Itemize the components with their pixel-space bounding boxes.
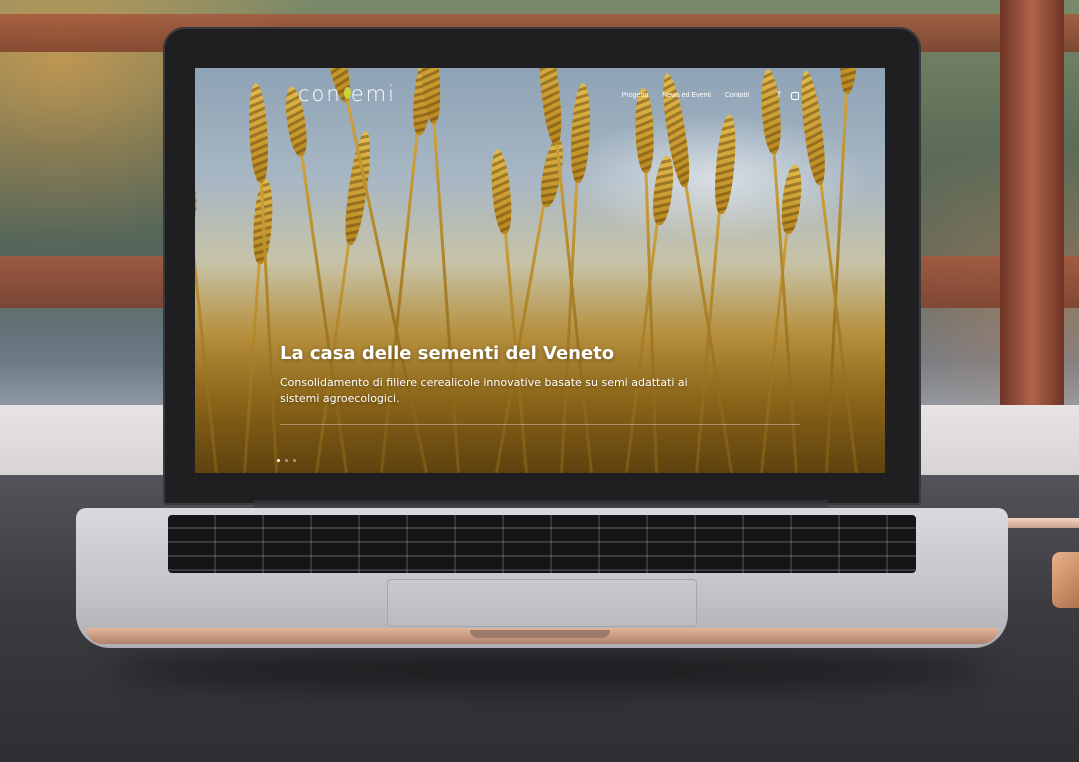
wheat-ear — [797, 69, 830, 187]
lid-notch — [470, 630, 610, 638]
wheat-ear — [568, 83, 592, 184]
logo-text-tail: emi — [350, 82, 396, 106]
logo-text: con — [298, 82, 342, 106]
wheat-ear — [759, 68, 783, 155]
nav-item-news-ed-eventi[interactable]: News ed Eventi — [662, 92, 711, 99]
slider-dot-1[interactable] — [277, 459, 280, 462]
wheat-ear — [488, 148, 515, 235]
wheat-ear — [711, 113, 739, 215]
instagram-icon[interactable] — [791, 92, 799, 100]
slider-dot-3[interactable] — [293, 459, 296, 462]
wheat-stalk — [195, 214, 218, 473]
site-logo[interactable]: con emi — [298, 82, 396, 106]
railing-post — [1000, 0, 1064, 410]
wheat-field-image — [195, 68, 885, 473]
trackpad — [387, 579, 697, 627]
facebook-icon[interactable]: f — [775, 90, 783, 100]
slider-dots — [277, 459, 296, 462]
social-links: f — [775, 90, 799, 100]
nav-item-contatti[interactable]: Contatti — [725, 92, 749, 99]
laptop-screen: con emi Progetto News ed Eventi Contatti … — [195, 68, 885, 473]
wheat-ear — [779, 163, 805, 236]
seed-icon — [343, 87, 351, 99]
laptop-shadow — [110, 650, 990, 690]
wheat-stalk — [554, 134, 593, 473]
wheat-ear — [247, 83, 271, 184]
wheat-ear — [838, 68, 862, 95]
wheat-stalk — [825, 83, 849, 473]
wheat-stalk — [431, 113, 460, 473]
main-nav: Progetto News ed Eventi Contatti — [622, 92, 749, 99]
wheat-ear — [634, 87, 656, 174]
wheat-stalk — [683, 176, 733, 473]
wheat-ear — [649, 154, 677, 227]
wheat-stalk — [760, 224, 790, 473]
wheat-ear — [535, 68, 566, 146]
phone — [1052, 552, 1079, 608]
keyboard — [168, 515, 916, 573]
hero-divider — [280, 424, 800, 425]
hero-title: La casa delle sementi del Veneto — [280, 343, 615, 364]
slider-dot-2[interactable] — [285, 459, 288, 462]
hero-subtitle: Consolidamento di filiere cerealicole in… — [280, 376, 688, 405]
wheat-stalk — [243, 253, 262, 473]
nav-item-progetto[interactable]: Progetto — [622, 92, 648, 99]
wheat-ear — [195, 153, 199, 226]
